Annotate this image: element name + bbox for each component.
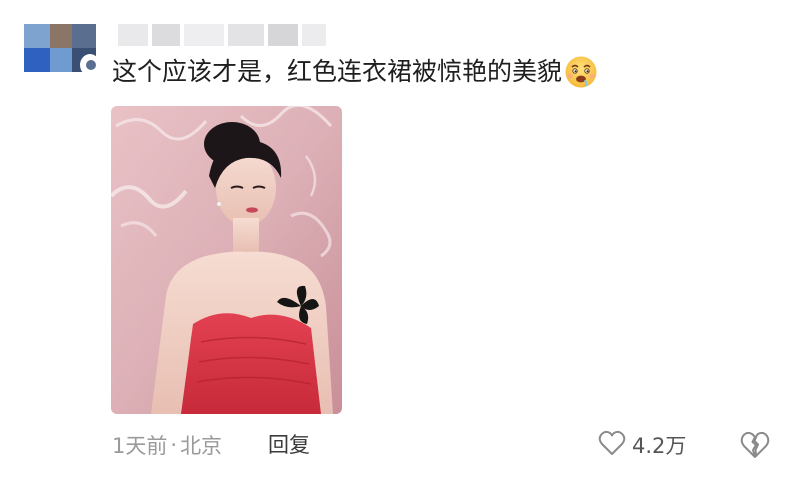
- comment-text: 这个应该才是，红色连衣裙被惊艳的美貌: [112, 52, 598, 92]
- reply-button[interactable]: 回复: [268, 428, 310, 462]
- comment-photo[interactable]: [111, 106, 342, 414]
- like-count: 4.2万: [632, 434, 687, 458]
- avatar[interactable]: [24, 24, 100, 80]
- comment-time: 1天前: [112, 434, 168, 458]
- drooling-face-icon: [564, 55, 598, 89]
- broken-heart-icon: [740, 431, 770, 464]
- comment-body: 这个应该才是，红色连衣裙被惊艳的美貌: [112, 57, 563, 86]
- meta-separator: ·: [170, 433, 178, 457]
- heart-icon: [598, 430, 626, 460]
- comment-page: 这个应该才是，红色连衣裙被惊艳的美貌 1天前 · 北京 回复 4.2万: [0, 0, 800, 486]
- dislike-button[interactable]: [740, 430, 770, 460]
- comment-meta: 1天前 · 北京: [112, 428, 222, 462]
- username-blurred[interactable]: [104, 20, 334, 48]
- like-button[interactable]: 4.2万: [598, 428, 686, 462]
- comment-location: 北京: [180, 434, 223, 458]
